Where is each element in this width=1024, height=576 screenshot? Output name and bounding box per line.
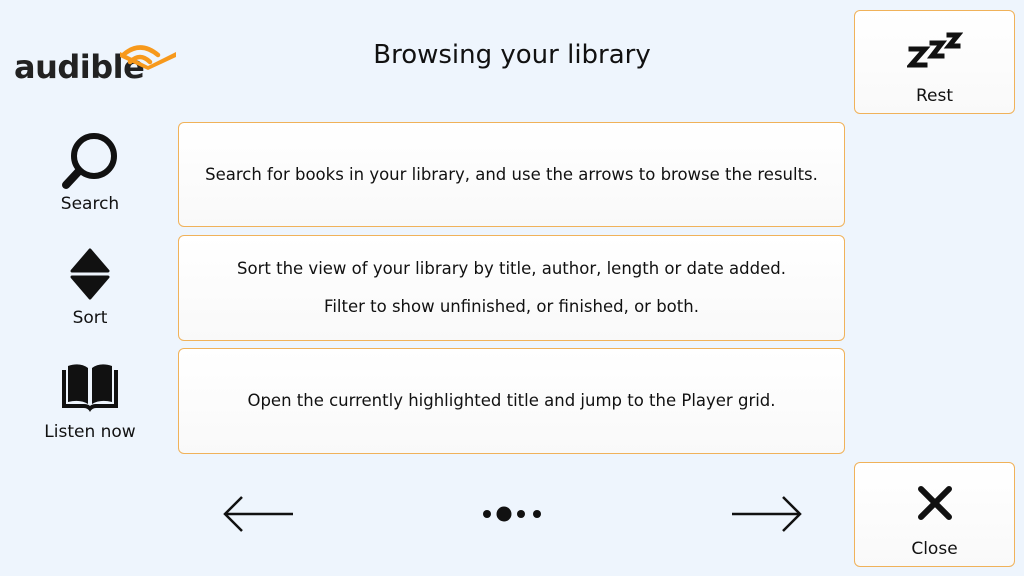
sort-description-line-2: Filter to show unfinished, or finished, … (324, 297, 699, 316)
search-label: Search (60, 194, 120, 214)
audible-logo: audible (14, 38, 176, 88)
page-dot-1 (483, 510, 491, 518)
arrow-right-icon (732, 496, 802, 532)
close-button[interactable]: Close (854, 462, 1015, 567)
sort-label: Sort (72, 308, 108, 328)
listen-now-description-panel: Open the currently highlighted title and… (178, 348, 845, 454)
search-item[interactable]: Search (20, 130, 160, 214)
sort-icon (70, 248, 110, 300)
sort-description-panel: Sort the view of your library by title, … (178, 235, 845, 341)
rest-button[interactable]: Rest (854, 10, 1015, 114)
page-dot-4 (533, 510, 541, 518)
previous-page-button[interactable] (222, 494, 296, 534)
listen-now-description: Open the currently highlighted title and… (247, 391, 776, 411)
search-description-panel: Search for books in your library, and us… (178, 122, 845, 227)
search-description: Search for books in your library, and us… (205, 164, 818, 184)
arrow-left-icon (223, 496, 293, 532)
page-dots (483, 506, 541, 522)
close-icon (917, 486, 952, 520)
close-label: Close (911, 539, 958, 559)
zzz-icon (906, 32, 963, 68)
book-icon (62, 364, 118, 412)
page-indicator (480, 494, 544, 534)
next-page-button[interactable] (729, 494, 803, 534)
page-dot-2-current (496, 506, 512, 522)
page-dot-3 (517, 510, 525, 518)
page-title: Browsing your library (373, 40, 651, 70)
rest-label: Rest (915, 86, 954, 106)
search-icon (62, 133, 117, 189)
listen-now-label: Listen now (44, 422, 136, 442)
audible-waves-icon (120, 45, 176, 70)
sort-item[interactable]: Sort (20, 244, 160, 328)
sort-description-line-1: Sort the view of your library by title, … (237, 259, 786, 279)
listen-now-item[interactable]: Listen now (20, 358, 160, 442)
